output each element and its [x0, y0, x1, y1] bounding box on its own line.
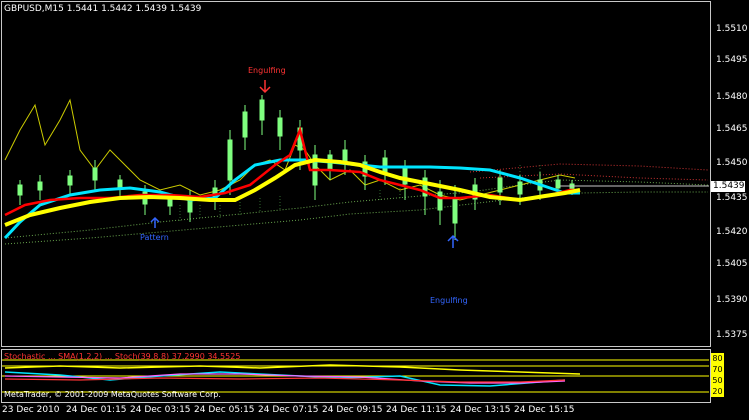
indicator-title: Stochastic ... SMA(1,2,2) ... Stoch(39,8…	[4, 352, 241, 361]
time-label: 23 Dec 2010	[2, 405, 60, 415]
time-label: 24 Dec 09:15	[322, 405, 383, 415]
price-label: 1.5465	[716, 124, 748, 134]
engulfing-label-bottom: Engulfing	[430, 296, 468, 305]
price-label: 1.5405	[716, 259, 748, 269]
price-label: 1.5510	[716, 24, 748, 34]
time-label: 24 Dec 13:15	[450, 405, 511, 415]
price-label: 1.5375	[716, 330, 748, 340]
price-label: 1.5450	[716, 158, 748, 168]
copyright-text: MetaTrader, © 2001-2009 MetaQuotes Softw…	[4, 390, 221, 399]
price-label: 1.5390	[716, 295, 748, 305]
time-label: 24 Dec 05:15	[194, 405, 255, 415]
price-label: 1.5495	[716, 55, 748, 65]
level-50: 50	[711, 375, 724, 386]
time-label: 24 Dec 03:15	[130, 405, 191, 415]
time-label: 24 Dec 07:15	[258, 405, 319, 415]
price-label: 1.5480	[716, 92, 748, 102]
time-label: 24 Dec 15:15	[514, 405, 575, 415]
price-label: 1.5435	[716, 193, 748, 203]
price-label: 1.5420	[716, 227, 748, 237]
level-20: 20	[711, 386, 724, 397]
time-label: 24 Dec 01:15	[66, 405, 127, 415]
level-70: 70	[711, 364, 724, 375]
level-80: 80	[711, 353, 724, 364]
cloud-red-lines	[469, 163, 709, 181]
stoch-level-lines	[2, 359, 709, 393]
chikou-line	[4, 98, 576, 201]
time-label: 24 Dec 11:15	[386, 405, 447, 415]
mt4-chart-window[interactable]: GBPUSD,M15 1.5441 1.5442 1.5439 1.5439 E…	[0, 0, 749, 420]
candles	[17, 95, 575, 240]
pattern-label-left: Pattern	[140, 233, 169, 242]
engulfing-label-top: Engulfing	[248, 66, 286, 75]
current-price-tag: 1.5439	[711, 181, 745, 192]
down-arrow-icon	[259, 80, 271, 94]
up-arrow-icon	[447, 234, 459, 248]
